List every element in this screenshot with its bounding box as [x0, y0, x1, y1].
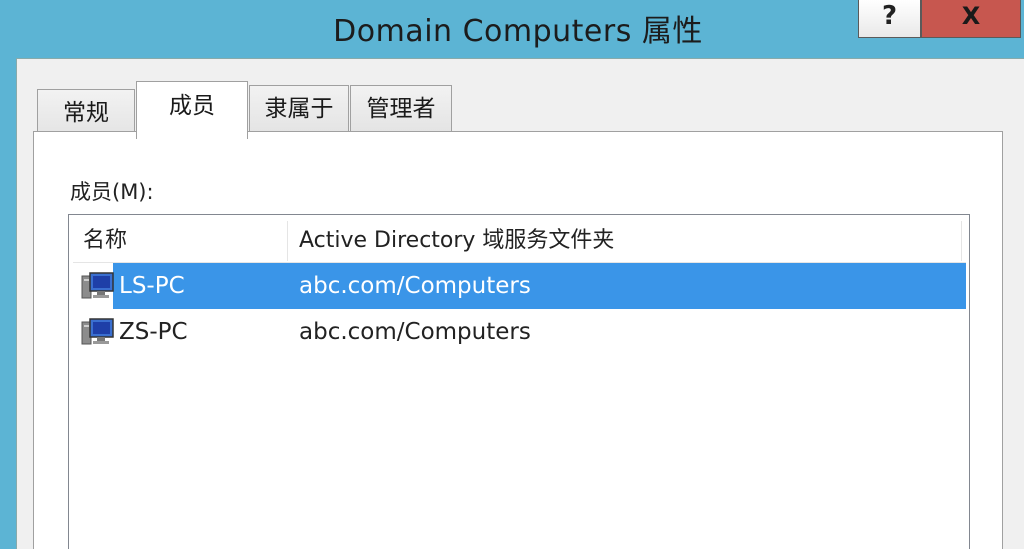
selection-highlight [113, 263, 966, 309]
member-name: ZS-PC [119, 319, 188, 345]
members-label: 成员(M): [70, 180, 154, 204]
member-folder: abc.com/Computers [299, 319, 531, 345]
member-name: LS-PC [119, 273, 185, 299]
member-folder: abc.com/Computers [299, 273, 531, 299]
help-button[interactable]: ? [858, 0, 921, 38]
table-row[interactable]: LS-PC abc.com/Computers [73, 263, 966, 309]
list-header: 名称 Active Directory 域服务文件夹 [73, 219, 966, 263]
table-row[interactable]: ZS-PC abc.com/Computers [73, 309, 966, 355]
column-header-folder[interactable]: Active Directory 域服务文件夹 [289, 219, 959, 263]
computer-icon [81, 272, 114, 299]
computer-icon [81, 318, 114, 345]
members-list[interactable]: 名称 Active Directory 域服务文件夹 LS-PC abc.com… [68, 214, 970, 549]
tab-managed-by[interactable]: 管理者 [350, 85, 452, 135]
column-header-name[interactable]: 名称 [73, 219, 287, 263]
close-button[interactable]: X [921, 0, 1021, 38]
tab-members[interactable]: 成员 [136, 81, 248, 139]
column-divider[interactable] [287, 221, 288, 261]
members-tab-panel: 成员(M): 名称 Active Directory 域服务文件夹 LS-PC … [33, 131, 1003, 549]
dialog-body: 常规 成员 隶属于 管理者 成员(M): 名称 Active Directory… [16, 58, 1024, 549]
tab-member-of[interactable]: 隶属于 [249, 85, 349, 135]
column-divider[interactable] [961, 221, 962, 261]
title-bar: Domain Computers 属性 ? X [0, 0, 1024, 56]
